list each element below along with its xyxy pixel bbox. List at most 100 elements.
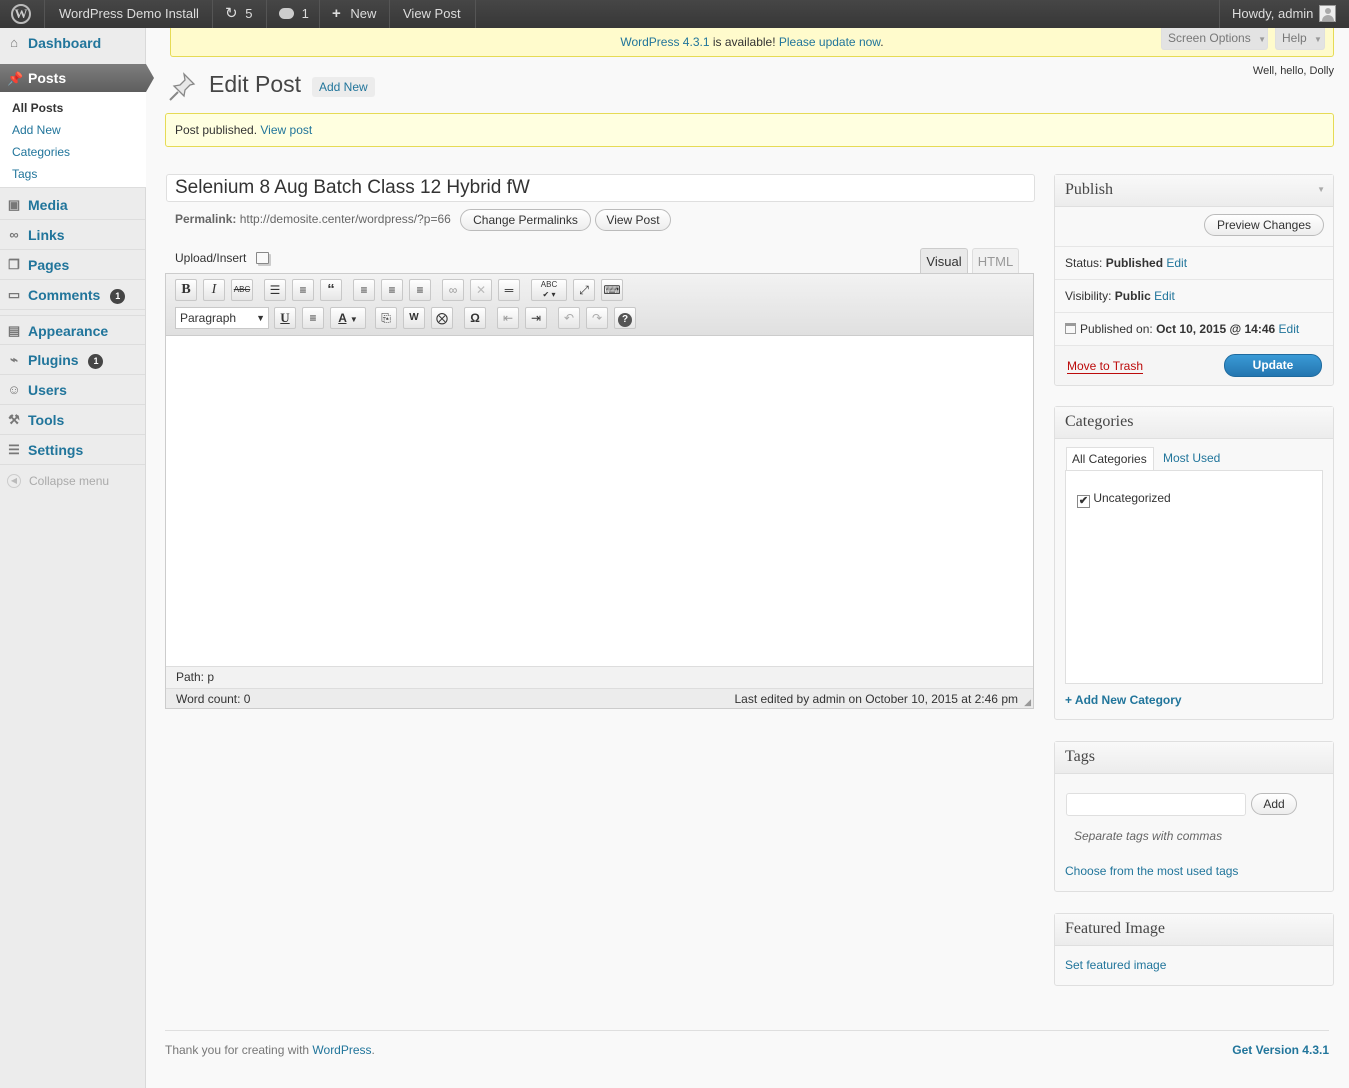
- howdy-account[interactable]: Howdy, admin: [1232, 0, 1313, 28]
- blockquote-button[interactable]: “: [320, 279, 342, 301]
- help-button[interactable]: Help ▼: [1275, 28, 1325, 50]
- underline-button[interactable]: U: [274, 307, 296, 329]
- publish-box-title[interactable]: Publish ▼: [1055, 175, 1333, 207]
- undo-button[interactable]: ↶: [558, 307, 580, 329]
- resize-grip-icon[interactable]: ◢: [1024, 698, 1031, 707]
- menu-comments[interactable]: ▭ Comments 1: [0, 280, 145, 310]
- upload-insert-label[interactable]: Upload/Insert: [175, 251, 269, 265]
- update-version-link[interactable]: WordPress 4.3.1: [620, 35, 709, 49]
- menu-plugins-label: Plugins: [28, 352, 79, 368]
- paste-text-button[interactable]: ⎘: [375, 307, 397, 329]
- site-name-link[interactable]: WordPress Demo Install: [59, 0, 199, 28]
- move-to-trash-link[interactable]: Move to Trash: [1067, 359, 1144, 374]
- footer-wordpress-link[interactable]: WordPress: [312, 1043, 371, 1057]
- view-post-button[interactable]: View Post: [595, 209, 671, 231]
- submenu-all-posts[interactable]: All Posts: [12, 101, 63, 115]
- footer-period: .: [371, 1043, 375, 1057]
- align-left-button[interactable]: ≡: [353, 279, 375, 301]
- submenu-add-new[interactable]: Add New: [12, 123, 61, 137]
- comments-link[interactable]: 1: [279, 0, 309, 28]
- insert-link-button[interactable]: ∞: [442, 279, 464, 301]
- paste-word-button[interactable]: W: [403, 307, 425, 329]
- help-editor-button[interactable]: ?: [614, 307, 636, 329]
- justify-button[interactable]: ≡: [302, 307, 324, 329]
- kitchen-sink-button[interactable]: ⌨: [601, 279, 623, 301]
- tab-visual[interactable]: Visual: [920, 248, 968, 274]
- edit-date-link[interactable]: Edit: [1279, 322, 1300, 336]
- add-new-category-link[interactable]: + Add New Category: [1065, 693, 1182, 707]
- path-value[interactable]: p: [207, 670, 214, 684]
- italic-button[interactable]: I: [203, 279, 225, 301]
- tab-all-categories[interactable]: All Categories: [1066, 447, 1154, 471]
- unlink-button[interactable]: ✕: [470, 279, 492, 301]
- remove-format-button[interactable]: ⨂: [431, 307, 453, 329]
- screen-options-button[interactable]: Screen Options ▼: [1161, 28, 1268, 50]
- menu-posts[interactable]: 📌 Posts: [0, 64, 154, 92]
- new-tag-input[interactable]: [1066, 793, 1246, 816]
- menu-pages[interactable]: ❐ Pages: [0, 250, 145, 280]
- add-new-post-button[interactable]: Add New: [312, 77, 375, 97]
- edit-visibility-link[interactable]: Edit: [1154, 289, 1175, 303]
- category-item[interactable]: ✔ Uncategorized: [1077, 491, 1171, 508]
- keyboard-icon: ⌨: [603, 283, 621, 297]
- align-center-button[interactable]: ≡: [381, 279, 403, 301]
- collapse-arrow-icon: ◀: [7, 474, 21, 488]
- get-version-link[interactable]: Get Version 4.3.1: [1232, 1043, 1329, 1057]
- collapse-menu[interactable]: ◀ Collapse menu: [0, 470, 146, 492]
- tags-title[interactable]: Tags: [1055, 742, 1333, 774]
- status-label: Status:: [1065, 256, 1106, 270]
- bold-button[interactable]: B: [175, 279, 197, 301]
- tab-html[interactable]: HTML: [972, 248, 1019, 273]
- view-post-link[interactable]: View Post: [403, 0, 461, 28]
- indent-button[interactable]: ⇥: [525, 307, 547, 329]
- update-now-link[interactable]: Please update now: [779, 35, 880, 49]
- text-color-button[interactable]: A ▼: [330, 307, 366, 329]
- menu-dashboard[interactable]: ⌂ Dashboard: [0, 28, 145, 58]
- add-tag-button[interactable]: Add: [1251, 793, 1297, 815]
- bullet-list-button[interactable]: ☰: [264, 279, 286, 301]
- appearance-icon: ▤: [7, 323, 21, 338]
- edit-status-link[interactable]: Edit: [1166, 256, 1187, 270]
- new-content-link[interactable]: + New: [332, 0, 376, 28]
- menu-media[interactable]: ▣ Media: [0, 190, 145, 220]
- menu-settings[interactable]: ☰ Settings: [0, 435, 145, 465]
- toggle-arrow-icon[interactable]: ▼: [1317, 175, 1325, 205]
- update-button[interactable]: Update: [1224, 354, 1322, 377]
- align-right-button[interactable]: ≡: [409, 279, 431, 301]
- preview-changes-button[interactable]: Preview Changes: [1204, 214, 1324, 236]
- menu-links[interactable]: ∞ Links: [0, 220, 145, 250]
- categories-title[interactable]: Categories: [1055, 407, 1333, 439]
- submenu-tags[interactable]: Tags: [12, 167, 37, 181]
- comments-badge: 1: [110, 289, 126, 304]
- add-media-icon[interactable]: [255, 252, 269, 264]
- updates-link[interactable]: ↻ 5: [225, 0, 252, 28]
- submenu-categories[interactable]: Categories: [12, 145, 70, 159]
- menu-tools[interactable]: ⚒ Tools: [0, 405, 145, 435]
- tab-most-used[interactable]: Most Used: [1163, 447, 1220, 471]
- post-title-input[interactable]: Selenium 8 Aug Batch Class 12 Hybrid fW: [166, 174, 1035, 202]
- category-checkbox[interactable]: ✔: [1077, 495, 1090, 508]
- outdent-button[interactable]: ⇤: [497, 307, 519, 329]
- spellcheck-button[interactable]: ABC ✔ ▾: [531, 279, 567, 301]
- strikethrough-button[interactable]: ABC: [231, 279, 253, 301]
- numbered-list-button[interactable]: ≡: [292, 279, 314, 301]
- admin-bar: W WordPress Demo Install ↻ 5 1 + New Vie…: [0, 0, 1349, 28]
- menu-users[interactable]: ☺ Users: [0, 375, 145, 405]
- new-label: New: [350, 6, 377, 21]
- menu-plugins[interactable]: ⌁ Plugins 1: [0, 345, 145, 375]
- editor-content-area[interactable]: [166, 336, 1033, 666]
- visibility-label: Visibility:: [1065, 289, 1115, 303]
- change-permalinks-button[interactable]: Change Permalinks: [460, 209, 591, 231]
- wordpress-logo-icon[interactable]: W: [11, 4, 31, 24]
- fullscreen-button[interactable]: ⤢: [573, 279, 595, 301]
- menu-appearance[interactable]: ▤ Appearance: [0, 315, 145, 345]
- view-post-link[interactable]: View post: [260, 123, 312, 137]
- set-featured-image-link[interactable]: Set featured image: [1065, 958, 1166, 972]
- special-character-button[interactable]: Ω: [464, 307, 486, 329]
- redo-button[interactable]: ↷: [586, 307, 608, 329]
- format-select[interactable]: Paragraph ▼: [175, 307, 269, 329]
- featured-image-title[interactable]: Featured Image: [1055, 914, 1333, 946]
- choose-most-used-tags-link[interactable]: Choose from the most used tags: [1065, 864, 1238, 878]
- avatar[interactable]: [1319, 5, 1336, 22]
- insert-more-button[interactable]: ═: [498, 279, 520, 301]
